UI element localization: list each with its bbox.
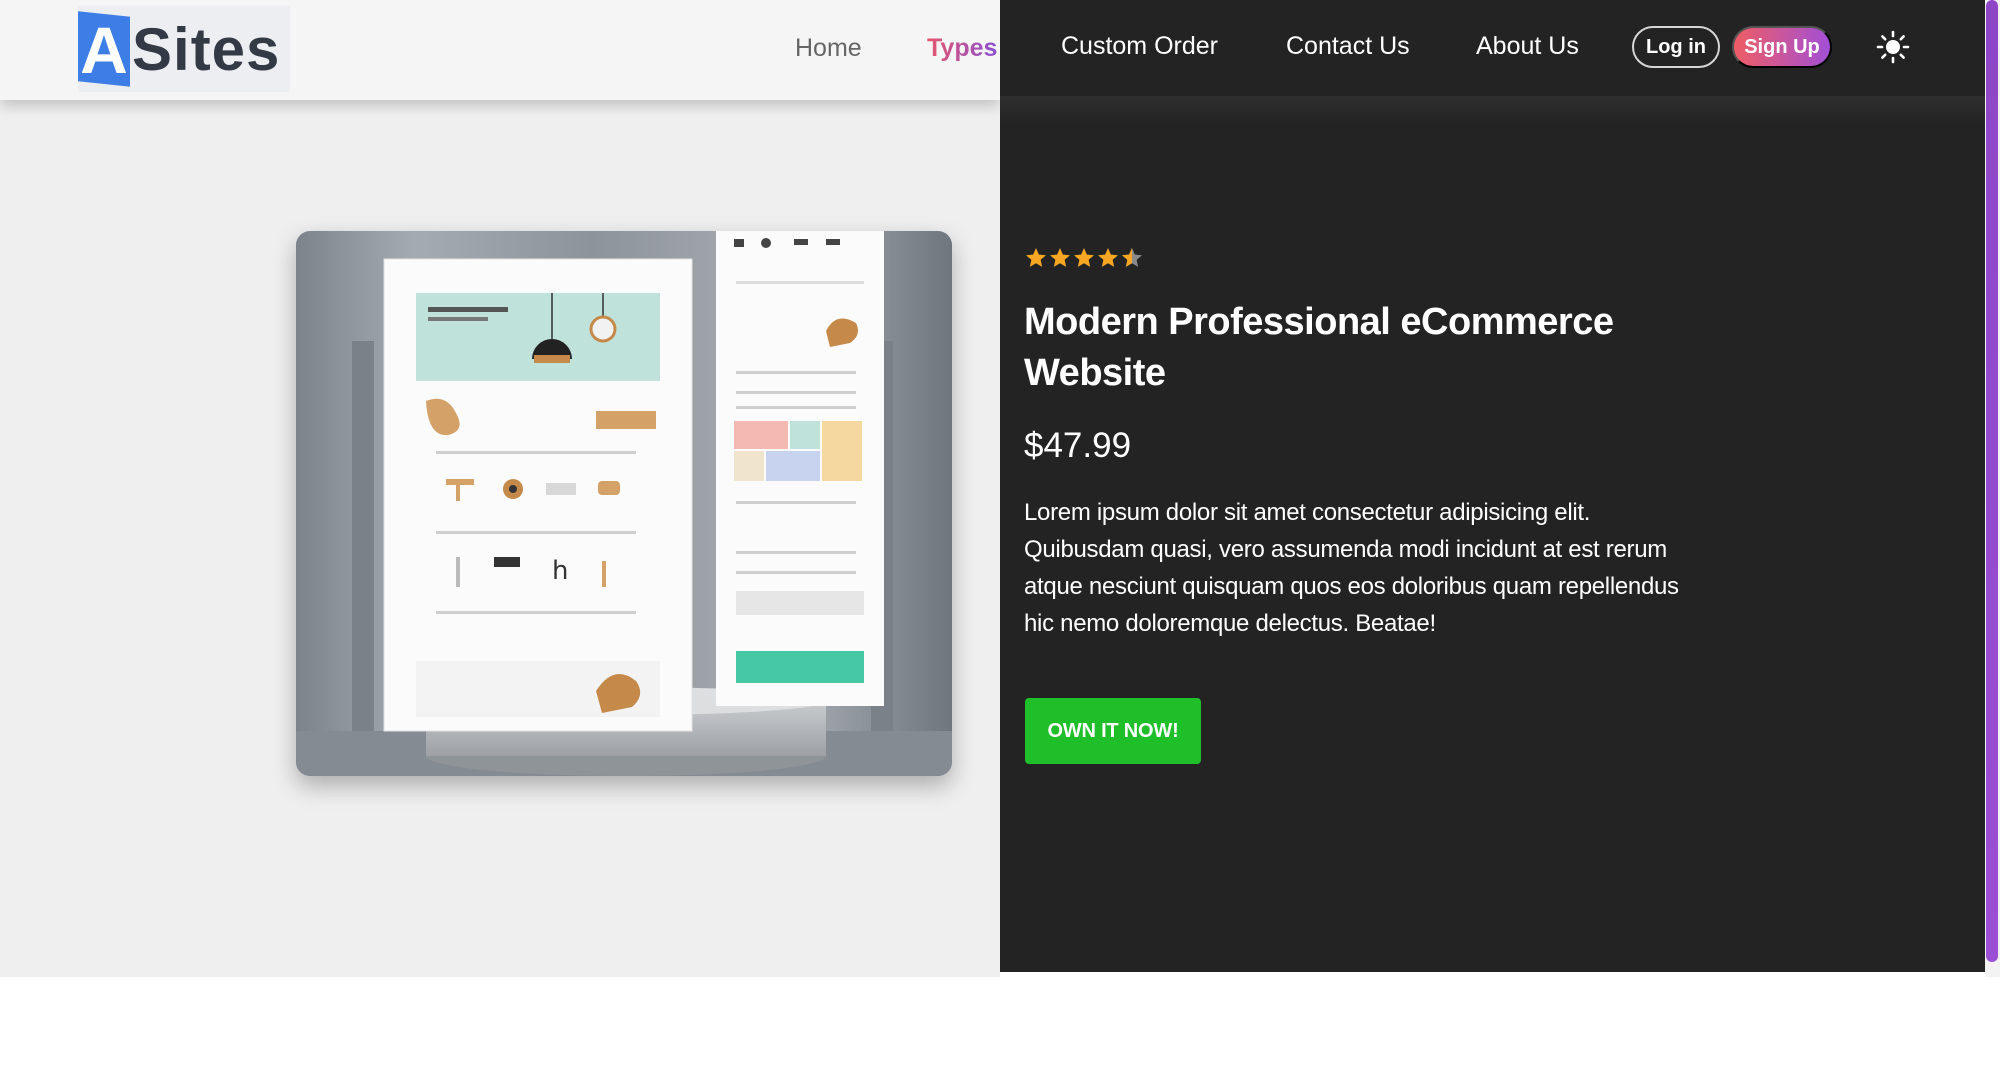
star-icon: [1074, 248, 1094, 267]
logo-mark: A: [78, 11, 130, 87]
own-it-now-button[interactable]: OWN IT NOW!: [1025, 698, 1201, 764]
nav-custom-order[interactable]: Custom Order: [1061, 28, 1218, 64]
svg-text:h: h: [552, 556, 568, 586]
signup-button[interactable]: Sign Up: [1732, 26, 1832, 68]
scrollbar-thumb[interactable]: [1986, 0, 1998, 962]
product-description: Lorem ipsum dolor sit amet consectetur a…: [1024, 499, 1679, 637]
header-bar-dark-shadow: [1000, 96, 1985, 124]
site-logo[interactable]: A Sites: [78, 6, 291, 92]
product-title: Modern Professional eCommerce Website: [1024, 301, 1614, 394]
page: A Sites Home Types Custom Order Contact …: [0, 0, 2000, 1080]
nav-types[interactable]: Types: [927, 30, 997, 66]
star-icon: [1050, 248, 1070, 267]
product-image: h: [296, 231, 952, 776]
website-mockup-image: h: [296, 231, 952, 776]
sun-icon: [1876, 30, 1910, 64]
right-dark-panel: [1000, 0, 1985, 972]
star-half-icon: [1122, 248, 1142, 267]
logo-letter: A: [80, 13, 128, 87]
theme-toggle-button[interactable]: [1874, 28, 1912, 66]
star-icon: [1026, 248, 1046, 267]
nav-contact-us[interactable]: Contact Us: [1286, 28, 1410, 64]
star-rating: [1024, 246, 1144, 270]
star-icon: [1098, 248, 1118, 267]
login-button[interactable]: Log in: [1632, 26, 1720, 68]
nav-about-us[interactable]: About Us: [1476, 28, 1579, 64]
product-price: $47.99: [1024, 426, 1132, 465]
nav-home[interactable]: Home: [795, 30, 862, 66]
logo-text: Sites: [132, 15, 281, 83]
